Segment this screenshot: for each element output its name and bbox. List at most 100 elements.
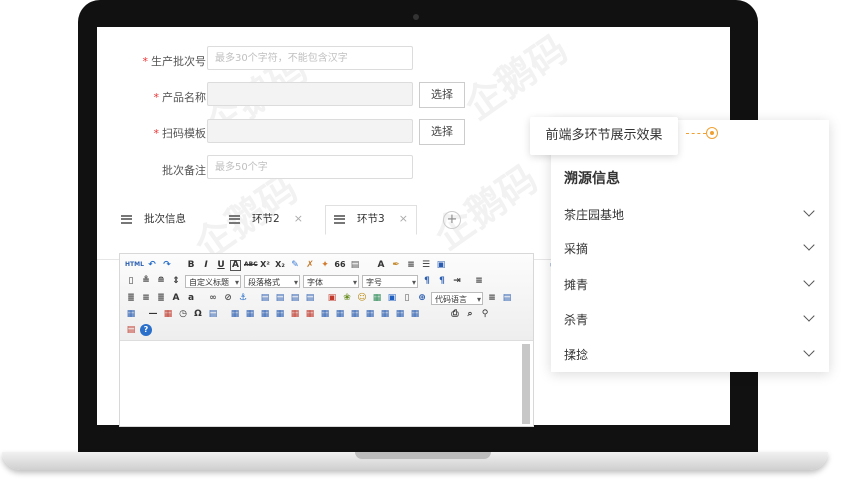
font-color-button[interactable]: A xyxy=(375,259,387,271)
font-border-icon[interactable]: A xyxy=(230,259,241,271)
anchor-icon[interactable]: ⚓ xyxy=(237,292,249,304)
redo-icon[interactable]: ↷ xyxy=(161,259,173,271)
help-icon[interactable]: ? xyxy=(140,324,152,336)
close-icon[interactable]: × xyxy=(294,212,303,225)
wordimage-icon[interactable]: ▤ xyxy=(207,308,219,320)
merge-cells-icon[interactable]: ▦ xyxy=(334,308,346,320)
horizontal-rule-icon[interactable]: — xyxy=(147,308,159,320)
chevron-down-icon[interactable] xyxy=(803,205,815,217)
superscript-button[interactable]: X² xyxy=(259,259,271,271)
time-icon[interactable]: ◷ xyxy=(177,308,189,320)
select-template-button[interactable]: 选择 xyxy=(419,119,465,145)
map-icon[interactable]: ⊕ xyxy=(416,292,428,304)
image-center-icon[interactable]: ▤ xyxy=(304,292,316,304)
tab-batch-info[interactable]: 批次信息 xyxy=(121,206,186,232)
image-none-icon[interactable]: ▤ xyxy=(259,292,271,304)
editor-scrollbar[interactable] xyxy=(522,344,530,424)
undo-icon[interactable]: ↶ xyxy=(146,259,158,271)
indent-icon[interactable]: ⇥ xyxy=(451,275,463,287)
emotion-icon[interactable]: ☺ xyxy=(356,292,368,304)
video-icon[interactable]: ▦ xyxy=(371,292,383,304)
close-icon[interactable]: × xyxy=(399,212,408,225)
batch-remark-input[interactable]: 最多50个字 xyxy=(207,155,413,179)
ltr-icon[interactable]: ¶ xyxy=(421,275,433,287)
link-icon[interactable]: ∞ xyxy=(207,292,219,304)
tab-step-2[interactable]: 环节2 × xyxy=(229,206,303,232)
search-replace-icon[interactable]: ⚲ xyxy=(479,308,491,320)
justify-center-icon[interactable]: ≣ xyxy=(125,292,137,304)
blockquote-button[interactable]: 66 xyxy=(334,259,346,271)
row-spacing-bottom-icon[interactable]: ≘ xyxy=(155,275,167,287)
custom-title-select[interactable]: 自定义标题 xyxy=(185,274,241,289)
ordered-list-icon[interactable]: ≡ xyxy=(405,259,417,271)
rich-text-editor[interactable]: HTML ↶ ↷ B I U A ABC X² X₂ ✎ ✗ ✦ 66 ▤ A … xyxy=(119,253,558,427)
chevron-down-icon[interactable] xyxy=(803,239,815,251)
scan-template-input[interactable] xyxy=(207,119,413,143)
delete-row-icon[interactable]: ▦ xyxy=(289,308,301,320)
clear-format-icon[interactable]: ✗ xyxy=(304,259,316,271)
insert-row-icon[interactable]: ▦ xyxy=(274,308,286,320)
justify-full-icon[interactable]: ≣ xyxy=(155,292,167,304)
code-language-select[interactable]: 代码语言 xyxy=(431,291,483,306)
chevron-down-icon[interactable] xyxy=(803,310,815,322)
subscript-button[interactable]: X₂ xyxy=(274,259,286,271)
justify-right-icon[interactable]: ≡ xyxy=(140,292,152,304)
merge-down-icon[interactable]: ▦ xyxy=(364,308,376,320)
date-icon[interactable]: ▦ xyxy=(162,308,174,320)
row-spacing-top-icon[interactable]: ≗ xyxy=(140,275,152,287)
select-product-button[interactable]: 选择 xyxy=(419,82,465,108)
bold-button[interactable]: B xyxy=(185,259,197,271)
template-icon[interactable]: ▤ xyxy=(501,292,513,304)
product-name-input[interactable] xyxy=(207,82,413,106)
paragraph-format-select[interactable]: 段落格式 xyxy=(244,274,300,289)
image-left-icon[interactable]: ▤ xyxy=(274,292,286,304)
simple-upload-icon[interactable]: ▣ xyxy=(326,292,338,304)
delete-table-icon[interactable]: ▦ xyxy=(244,308,256,320)
chevron-down-icon[interactable] xyxy=(803,275,815,287)
print-icon[interactable]: ⎙ xyxy=(449,308,461,320)
insert-paragraph-before-table-icon[interactable]: ▦ xyxy=(259,308,271,320)
font-size-select[interactable]: 字号 xyxy=(362,274,418,289)
select-all-icon[interactable]: ▣ xyxy=(435,259,447,271)
new-document-icon[interactable]: ▯ xyxy=(125,275,137,287)
uppercase-icon[interactable]: A xyxy=(170,292,182,304)
background-icon[interactable]: ▦ xyxy=(125,308,137,320)
delete-col-icon[interactable]: ▦ xyxy=(319,308,331,320)
special-chars-icon[interactable]: Ω xyxy=(192,308,204,320)
drag-handle-icon[interactable] xyxy=(229,214,240,224)
insert-col-icon[interactable]: ▦ xyxy=(304,308,316,320)
paste-plain-icon[interactable]: ▤ xyxy=(349,259,361,271)
drag-handle-icon[interactable] xyxy=(121,214,132,224)
insert-table-icon[interactable]: ▦ xyxy=(229,308,241,320)
rtl-icon[interactable]: ¶ xyxy=(436,275,448,287)
merge-right-icon[interactable]: ▦ xyxy=(349,308,361,320)
underline-button[interactable]: U xyxy=(215,259,227,271)
strikethrough-button[interactable]: ABC xyxy=(244,259,258,271)
line-height-icon[interactable]: ⇕ xyxy=(170,275,182,287)
html-source-button[interactable]: HTML xyxy=(125,259,144,271)
unordered-list-icon[interactable]: ☰ xyxy=(420,259,432,271)
split-cells-icon[interactable]: ▦ xyxy=(379,308,391,320)
insert-image-icon[interactable]: ❀ xyxy=(341,292,353,304)
split-rows-icon[interactable]: ▦ xyxy=(394,308,406,320)
attachment-icon[interactable]: ▯ xyxy=(401,292,413,304)
music-icon[interactable]: ▣ xyxy=(386,292,398,304)
unlink-icon[interactable]: ⊘ xyxy=(222,292,234,304)
justify-left-icon[interactable]: ≡ xyxy=(473,275,485,287)
tab-step-3[interactable]: 环节3 × xyxy=(325,205,417,235)
drafts-icon[interactable]: ▤ xyxy=(125,324,137,336)
auto-format-icon[interactable]: ✦ xyxy=(319,259,331,271)
italic-button[interactable]: I xyxy=(200,259,212,271)
lowercase-icon[interactable]: a xyxy=(185,292,197,304)
font-family-select[interactable]: 字体 xyxy=(303,274,359,289)
add-tab-button[interactable]: + xyxy=(443,211,461,229)
split-cols-icon[interactable]: ▦ xyxy=(409,308,421,320)
batch-number-input[interactable]: 最多30个字符，不能包含汉字 xyxy=(207,46,413,70)
chevron-down-icon[interactable] xyxy=(803,345,815,357)
highlight-icon[interactable]: ✒ xyxy=(390,259,402,271)
preview-icon[interactable]: ⌕ xyxy=(464,308,476,320)
drag-handle-icon[interactable] xyxy=(334,214,345,224)
page-break-icon[interactable]: ≡ xyxy=(486,292,498,304)
image-right-icon[interactable]: ▤ xyxy=(289,292,301,304)
format-painter-icon[interactable]: ✎ xyxy=(289,259,301,271)
